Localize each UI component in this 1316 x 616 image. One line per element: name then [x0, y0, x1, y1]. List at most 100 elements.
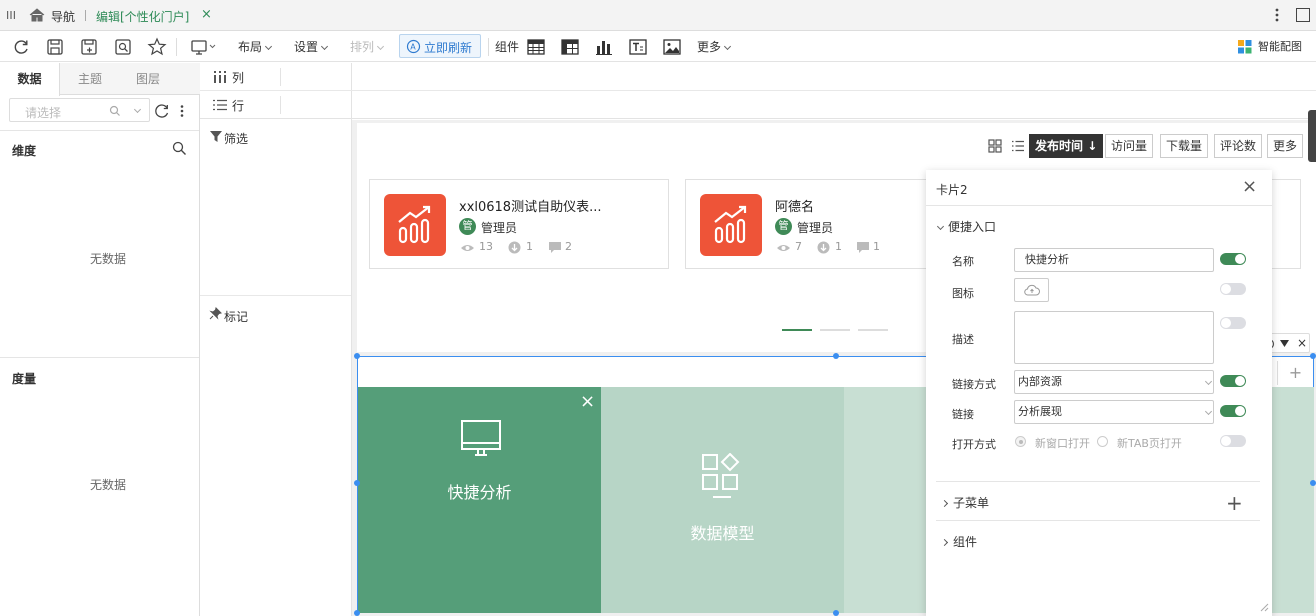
- settings-menu[interactable]: 设置: [294, 37, 329, 57]
- resize-handle[interactable]: [354, 480, 360, 486]
- close-icon[interactable]: ×: [1297, 335, 1307, 351]
- link-type-select[interactable]: 内部资源: [1014, 370, 1214, 394]
- card-comments: 2: [565, 240, 572, 253]
- text-icon[interactable]: [629, 39, 647, 58]
- name-toggle[interactable]: [1220, 253, 1246, 265]
- name-input[interactable]: 快捷分析: [1014, 248, 1214, 272]
- section-submenu[interactable]: 子菜单: [940, 494, 989, 511]
- bar-chart-icon[interactable]: [595, 39, 613, 58]
- description-textarea[interactable]: [1014, 311, 1214, 364]
- list-view-icon[interactable]: [1011, 139, 1025, 153]
- resize-grip-icon[interactable]: [1260, 603, 1269, 612]
- caret-down-icon[interactable]: [1280, 340, 1289, 347]
- tile-label: 快捷分析: [447, 483, 512, 502]
- tab-layer[interactable]: 图层: [118, 63, 178, 95]
- chevron-down-icon: [376, 42, 385, 51]
- grid-view-icon[interactable]: [988, 139, 1002, 153]
- tab-data[interactable]: 数据: [0, 63, 60, 96]
- card-title[interactable]: 阿德名: [775, 196, 814, 215]
- star-icon[interactable]: [147, 37, 167, 60]
- pager-dot[interactable]: [858, 329, 888, 331]
- refresh-icon[interactable]: [12, 38, 30, 59]
- sort-views-button[interactable]: 访问量: [1105, 134, 1154, 158]
- save-as-icon[interactable]: [80, 38, 98, 59]
- resize-handle[interactable]: [354, 610, 360, 616]
- card-downloads: 1: [835, 240, 842, 253]
- mark-label[interactable]: 标记: [224, 308, 248, 325]
- columns-shelf[interactable]: 列: [200, 63, 1316, 91]
- crosstab-icon[interactable]: [561, 39, 579, 58]
- description-toggle[interactable]: [1220, 317, 1246, 329]
- sort-downloads-button[interactable]: 下载量: [1160, 134, 1209, 158]
- sort-menu[interactable]: 排列: [350, 37, 385, 57]
- layout-menu[interactable]: 布局: [238, 37, 273, 57]
- divider: [936, 520, 1260, 521]
- chevron-down-icon: [1204, 377, 1213, 386]
- smart-chart-icon[interactable]: [1238, 40, 1252, 57]
- nav-tab-label[interactable]: 导航: [51, 8, 75, 25]
- chevron-right-icon: [940, 499, 949, 508]
- resize-handle[interactable]: [354, 353, 360, 359]
- pager-dot-active[interactable]: [782, 329, 812, 331]
- settings-menu-label: 设置: [294, 40, 319, 54]
- icon-toggle[interactable]: [1220, 283, 1246, 295]
- more-menu[interactable]: 更多: [697, 37, 732, 57]
- device-icon[interactable]: [190, 38, 218, 59]
- link-toggle[interactable]: [1220, 405, 1246, 417]
- more-vert-icon[interactable]: [1275, 7, 1279, 23]
- section-components[interactable]: 组件: [940, 533, 977, 550]
- save-icon[interactable]: [46, 38, 64, 59]
- close-icon[interactable]: ×: [1242, 178, 1257, 196]
- filter-label[interactable]: 筛选: [224, 130, 248, 147]
- chevron-down-icon: [264, 42, 273, 51]
- new-window-option[interactable]: 新窗口打开: [1035, 435, 1090, 451]
- resource-card[interactable]: xxl0618测试自助仪表... 管 管理员 13 1 2: [369, 179, 669, 269]
- section-quick-entry-label: 便捷入口: [948, 220, 997, 234]
- chevron-right-icon: [940, 538, 949, 547]
- card-owner: 管理员: [797, 221, 834, 235]
- dataset-select[interactable]: 请选择: [9, 98, 150, 122]
- resize-handle[interactable]: [833, 610, 839, 616]
- more-vert-icon[interactable]: [180, 104, 184, 121]
- tile-data-model[interactable]: 数据模型: [601, 387, 844, 613]
- reload-icon[interactable]: [154, 103, 170, 122]
- image-icon[interactable]: [663, 39, 681, 58]
- link-type-toggle[interactable]: [1220, 375, 1246, 387]
- search-icon[interactable]: [172, 141, 187, 159]
- add-tile-icon[interactable]: +: [1277, 361, 1313, 385]
- menu-icon[interactable]: [6, 9, 16, 21]
- radio-new-window[interactable]: [1015, 436, 1026, 447]
- sort-comments-button[interactable]: 评论数: [1214, 134, 1263, 158]
- close-tab-icon[interactable]: ×: [201, 8, 212, 22]
- resize-handle[interactable]: [833, 353, 839, 359]
- pager-dot[interactable]: [820, 329, 850, 331]
- resize-handle[interactable]: [1310, 353, 1316, 359]
- section-quick-entry[interactable]: 便捷入口: [936, 218, 997, 235]
- shelf-divider: [280, 68, 281, 86]
- open-mode-toggle[interactable]: [1220, 435, 1246, 447]
- close-icon[interactable]: ×: [580, 393, 595, 411]
- new-tab-option[interactable]: 新TAB页打开: [1117, 435, 1182, 451]
- sort-publish-time-label: 发布时间: [1035, 139, 1084, 153]
- rows-icon: [213, 99, 227, 111]
- card-title[interactable]: xxl0618测试自助仪表...: [459, 196, 601, 215]
- side-scroll-handle[interactable]: [1308, 110, 1316, 162]
- table-icon[interactable]: [527, 39, 545, 58]
- resize-handle[interactable]: [1310, 480, 1316, 486]
- refresh-now-button[interactable]: A 立即刷新: [399, 34, 481, 58]
- tab-theme[interactable]: 主题: [60, 63, 120, 95]
- rows-shelf[interactable]: 行: [200, 91, 1316, 119]
- smart-chart-label[interactable]: 智能配图: [1258, 37, 1302, 57]
- radio-new-tab[interactable]: [1097, 436, 1108, 447]
- preview-icon[interactable]: [114, 38, 132, 59]
- sort-publish-time-button[interactable]: 发布时间 ↓: [1029, 134, 1104, 158]
- link-select[interactable]: 分析展现: [1014, 400, 1214, 424]
- tile-quick-analysis[interactable]: 快捷分析 ×: [358, 387, 601, 613]
- sort-more-button[interactable]: 更多: [1267, 134, 1304, 158]
- icon-upload-button[interactable]: [1014, 278, 1049, 302]
- refresh-now-label: 立即刷新: [424, 41, 473, 55]
- home-icon[interactable]: [28, 7, 46, 23]
- maximize-icon[interactable]: [1296, 8, 1310, 22]
- add-submenu-icon[interactable]: +: [1226, 493, 1243, 513]
- edit-tab-label[interactable]: 编辑[个性化门户]: [96, 8, 189, 25]
